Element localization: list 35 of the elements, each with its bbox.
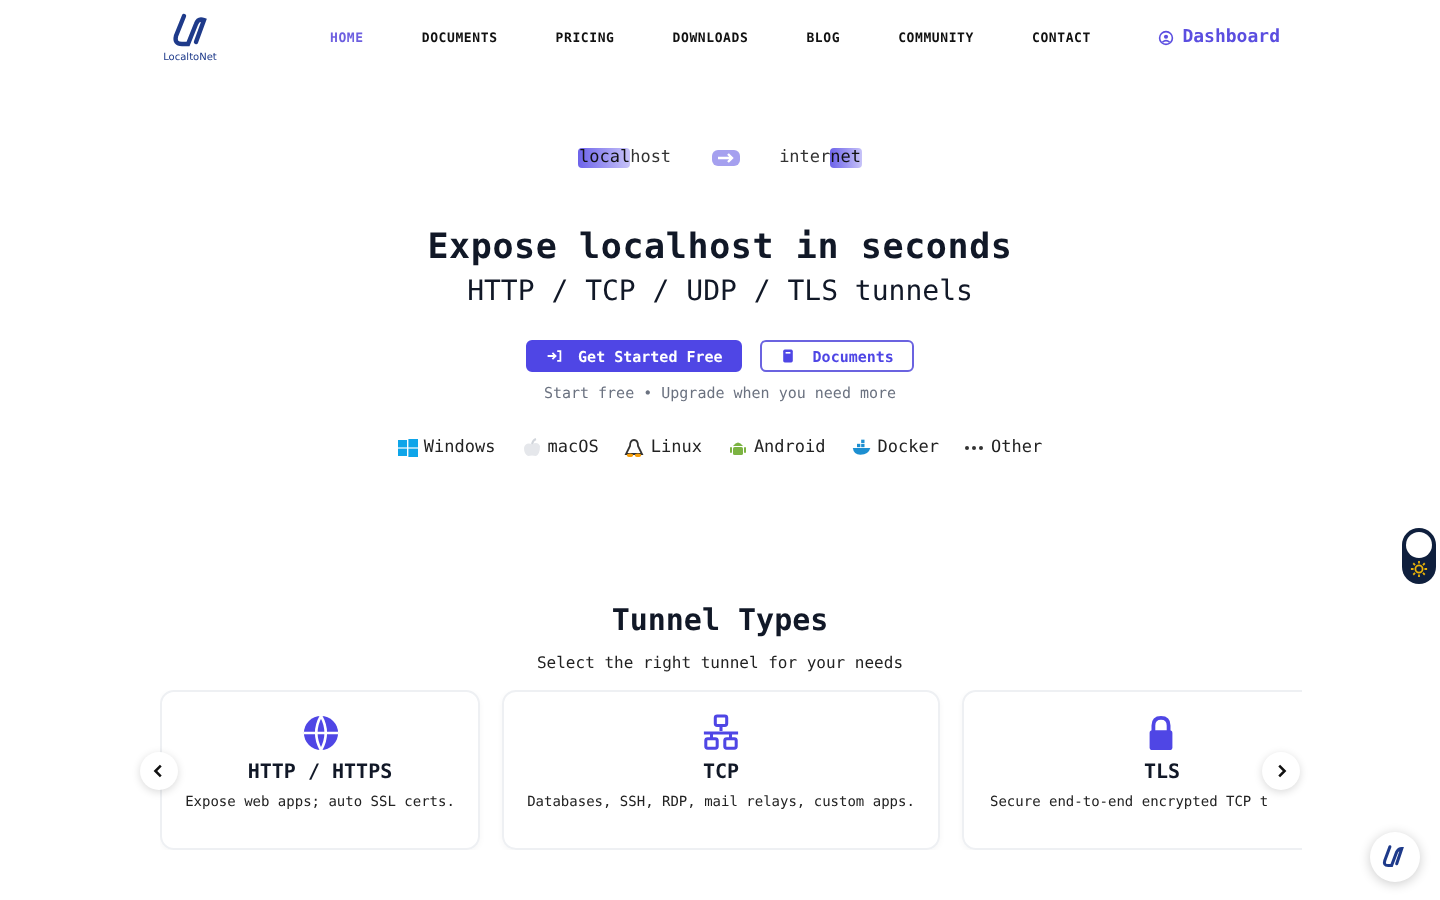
logo-icon[interactable] <box>170 12 210 52</box>
platform-link[interactable]: Docker <box>851 438 939 458</box>
section-subtitle: Select the right tunnel for your needs <box>536 654 904 672</box>
sun-icon <box>1410 560 1428 578</box>
platform-link[interactable]: Other <box>964 438 1043 458</box>
platform-link[interactable]: Android <box>727 438 826 458</box>
previous-button[interactable] <box>140 751 178 789</box>
theme-toggle[interactable] <box>1402 528 1436 584</box>
localhost-label: localhost <box>578 148 672 168</box>
chevron-left-icon <box>150 761 168 779</box>
chat-button[interactable] <box>1370 832 1420 882</box>
penguin-icon <box>624 438 645 458</box>
chevron-right-icon <box>1272 761 1290 779</box>
windows-icon <box>397 438 418 458</box>
hero-title: Expose localhost in seconds <box>427 228 1013 268</box>
card-title: TLS <box>1144 762 1181 784</box>
hero-subtitle: HTTP / TCP / UDP / TLS tunnels <box>467 276 973 308</box>
sign-in-icon <box>546 348 563 364</box>
next-button[interactable] <box>1262 751 1300 789</box>
card-title: TCP <box>702 762 740 784</box>
user-icon <box>1158 30 1175 46</box>
book-icon <box>780 348 797 364</box>
platform-link[interactable]: Windows <box>397 438 496 458</box>
network-icon <box>702 714 740 752</box>
section-title: Tunnel Types <box>611 602 829 638</box>
more-icon <box>964 444 985 452</box>
platform-link[interactable]: macOS <box>521 438 599 458</box>
apple-icon <box>521 438 542 458</box>
dashboard-link[interactable]: Dashboard <box>1158 28 1280 48</box>
internet-label: internet <box>779 148 862 168</box>
whale-icon <box>851 438 872 458</box>
android-icon <box>727 438 748 458</box>
globe-icon <box>301 714 339 752</box>
card-title: HTTP / HTTPS <box>247 762 393 784</box>
platform-link[interactable]: Linux <box>624 438 702 458</box>
